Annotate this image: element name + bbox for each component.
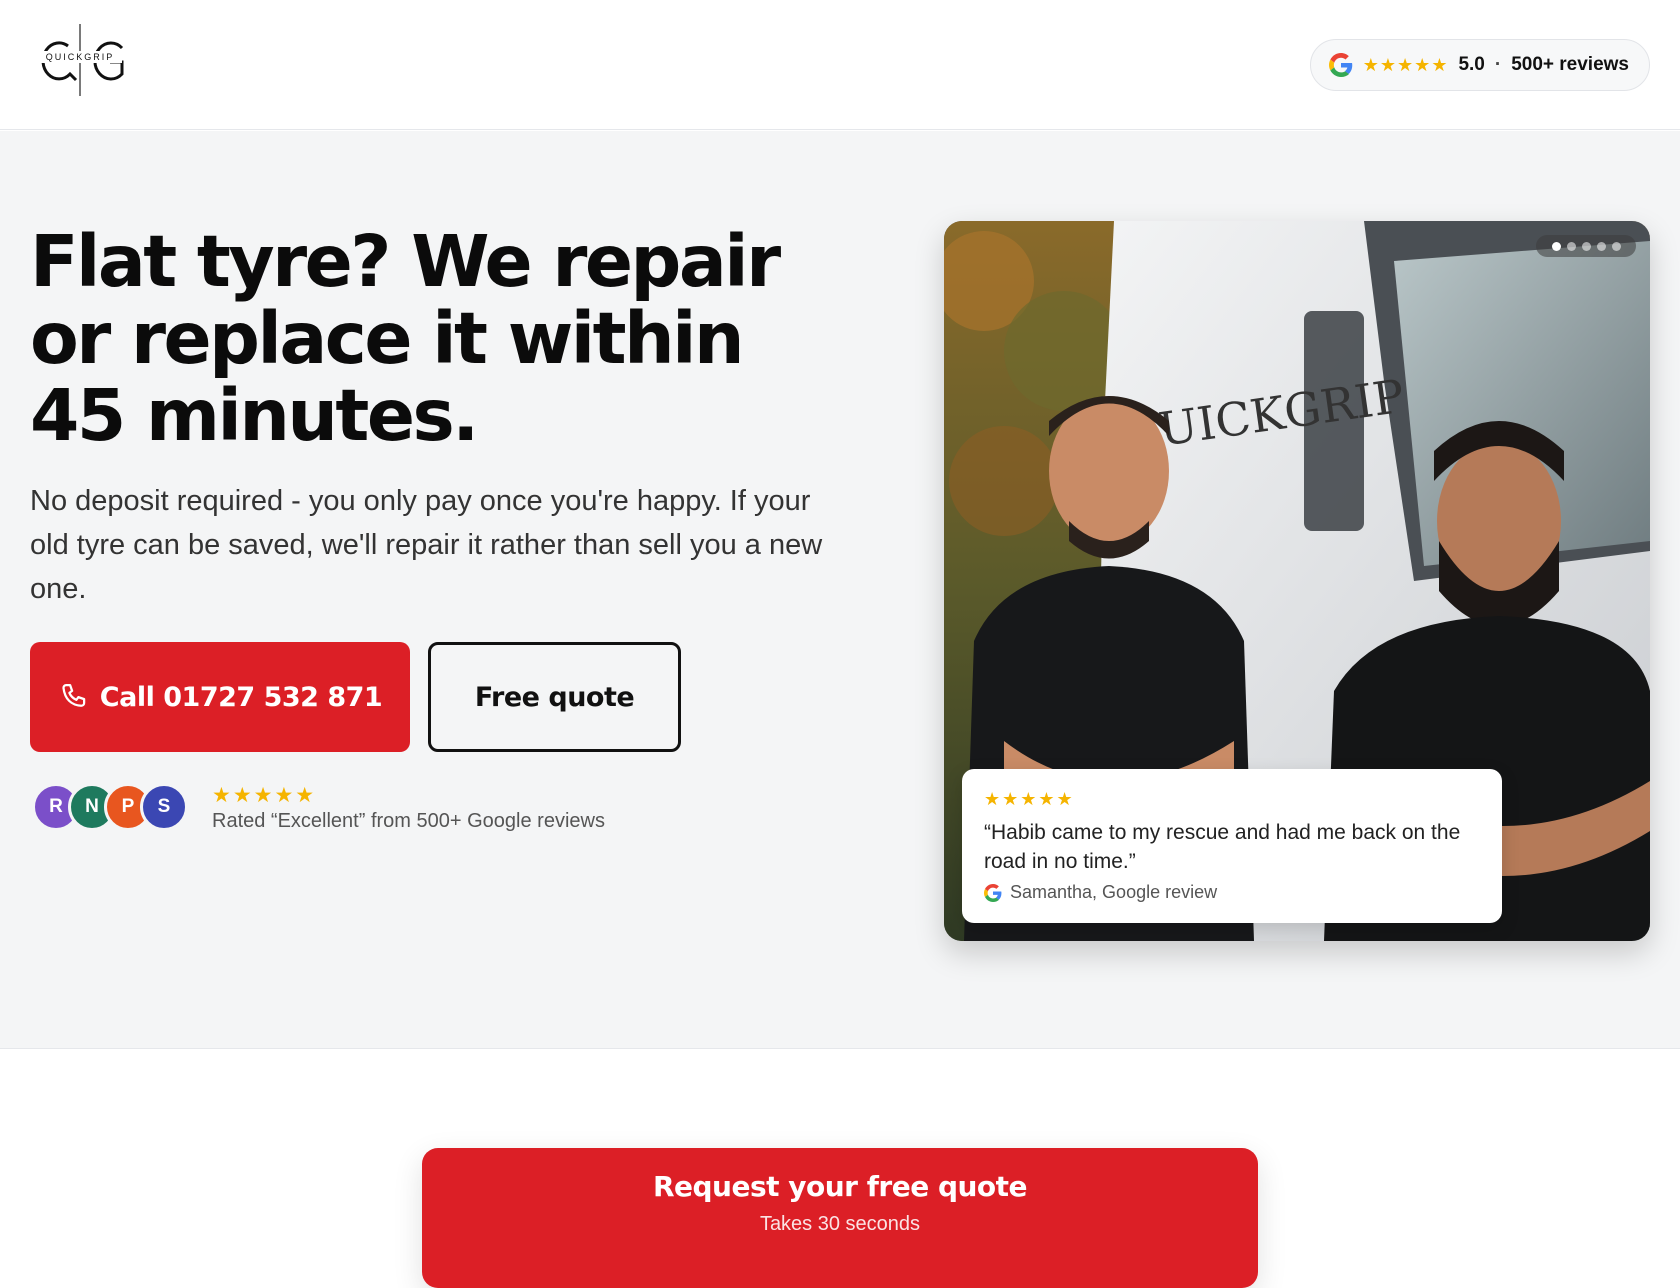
logo-icon: QUICKGRIP [38,24,124,96]
google-g-icon [1328,53,1353,77]
hero-headline: Flat tyre? We repair or replace it withi… [30,220,781,457]
svg-text:QUICKGRIP: QUICKGRIP [46,52,115,62]
site-header: QUICKGRIP ★★★★★ 5.0 · 500+ reviews [0,0,1680,130]
hero-section: Flat tyre? We repair or replace it withi… [0,131,1680,1049]
review-author-row: Samantha, Google review [984,882,1480,903]
carousel-indicator[interactable] [1536,235,1636,257]
google-g-icon [984,883,1002,902]
carousel-dot[interactable] [1551,241,1561,251]
reviewer-avatars: R N P S [32,783,188,833]
cta-subtitle: Takes 30 seconds [759,1213,921,1235]
call-button[interactable]: Call 01727 532 871 [30,642,410,752]
quickgrip-logo[interactable]: QUICKGRIP [30,22,130,98]
carousel-dot[interactable] [1596,241,1606,251]
rating-score: 5.0 [1458,54,1485,75]
hero-subtext: No deposit required - you only pay once … [30,485,823,605]
google-rating-badge[interactable]: ★★★★★ 5.0 · 500+ reviews [1309,39,1650,91]
review-stars: ★★★★★ [984,789,1075,809]
rating-stars: ★★★★★ [1362,54,1449,75]
social-proof-text: Rated “Excellent” from 500+ Google revie… [212,810,605,832]
rating-review-count: 500+ reviews [1511,54,1629,75]
review-card: ★★★★★ “Habib came to my rescue and had m… [962,769,1502,923]
phone-icon [62,684,86,707]
review-quote: “Habib came to my rescue and had me back… [984,821,1461,873]
carousel-dot[interactable] [1581,241,1591,251]
team-photo-carousel[interactable]: QUICKGRIP ★★★★★ “Habib came to my rescue… [944,221,1650,941]
free-quote-label: Free quote [474,681,635,713]
social-proof-stars: ★★★★★ [212,784,317,807]
avatar: S [140,783,188,831]
call-button-label: Call 01727 532 871 [99,681,383,713]
carousel-dot[interactable] [1611,241,1621,251]
quote-request-banner[interactable]: Request your free quote Takes 30 seconds [422,1148,1258,1288]
rating-separator: · [1494,54,1502,75]
carousel-dot[interactable] [1566,241,1576,251]
review-author: Samantha, Google review [1010,882,1218,902]
free-quote-button[interactable]: Free quote [428,642,681,752]
cta-title: Request your free quote [652,1170,1028,1203]
